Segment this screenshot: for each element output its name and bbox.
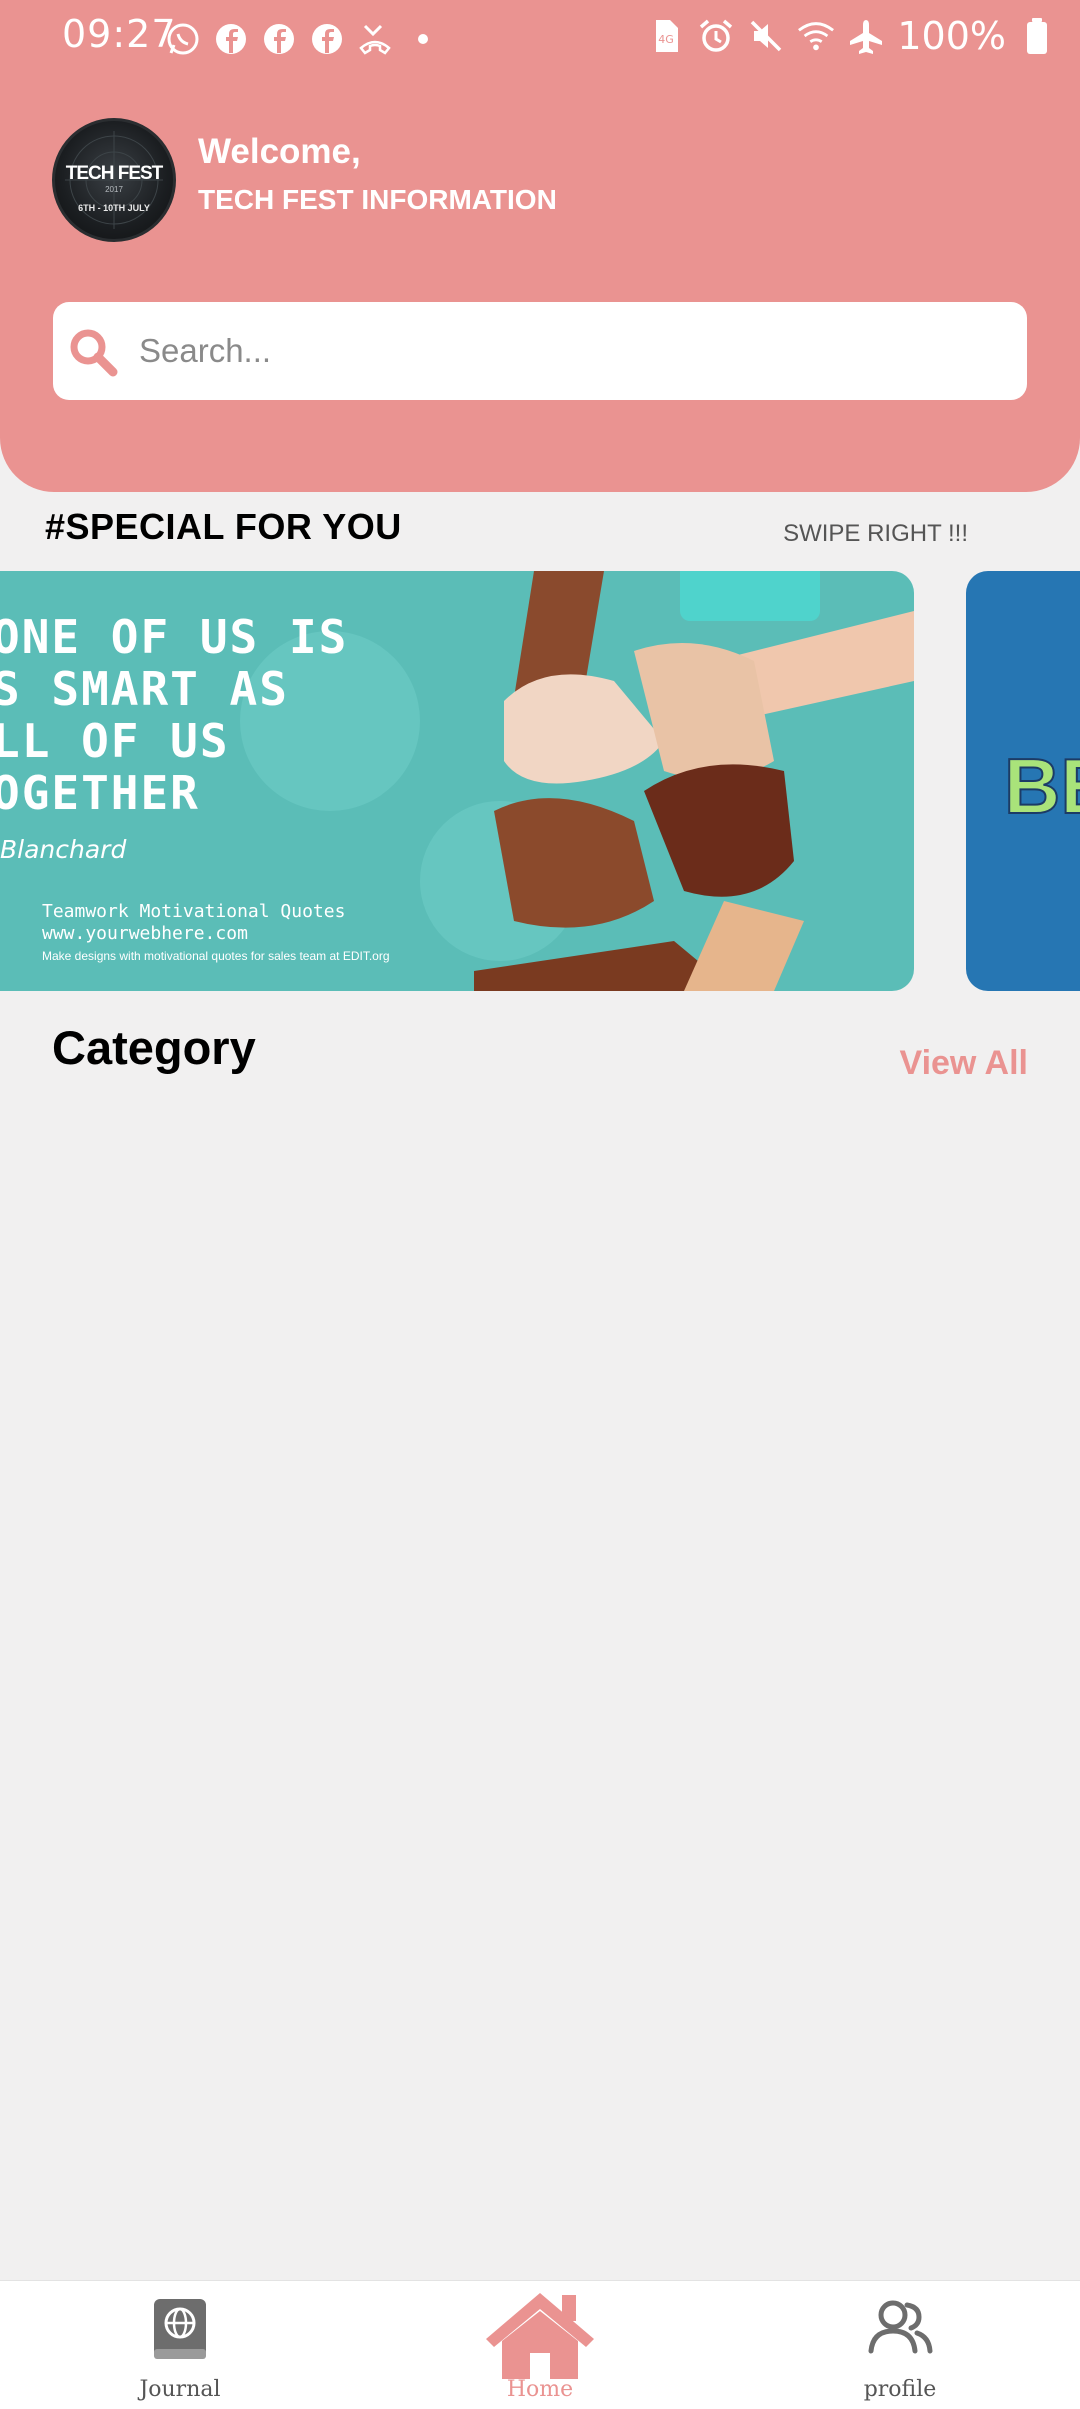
category-title: Category [52, 1021, 256, 1074]
special-banner-next[interactable]: BE [966, 571, 1080, 991]
hands-image [474, 571, 914, 991]
search-input[interactable] [139, 302, 999, 400]
quote-line: ONE OF US IS [0, 610, 349, 664]
whatsapp-icon [164, 20, 202, 58]
banner2-text: BE [1003, 741, 1080, 831]
nav-profile-label: profile [863, 2377, 937, 2402]
profile-icon [867, 2299, 933, 2359]
battery-icon [1018, 17, 1056, 55]
avatar-title: TECH FEST [65, 163, 164, 184]
wifi-icon [797, 17, 835, 55]
banner-author: Blanchard [0, 835, 127, 864]
avatar-dates: 6TH - 10TH JULY [78, 203, 150, 213]
status-time: 09:27 [62, 12, 177, 56]
quote-line: LL OF US [0, 714, 230, 768]
welcome-text: Welcome, [198, 132, 361, 171]
svg-text:4G: 4G [659, 33, 675, 46]
nav-journal[interactable]: Journal [80, 2281, 280, 2409]
caption-line: www.yourwebhere.com [42, 923, 248, 944]
journal-icon [150, 2297, 210, 2367]
facebook-icon [260, 20, 298, 58]
app-subtitle: TECH FEST INFORMATION [198, 184, 557, 215]
nav-home[interactable]: Home [440, 2281, 640, 2409]
special-section-title: #SPECIAL FOR YOU [45, 506, 402, 547]
quote-line: OGETHER [0, 766, 200, 820]
dot-icon [404, 20, 442, 58]
mute-icon [747, 17, 785, 55]
avatar[interactable]: TECH FEST 2017 6TH - 10TH JULY [52, 118, 176, 242]
view-all-link[interactable]: View All [900, 1044, 1029, 1083]
search-bar[interactable] [53, 302, 1027, 400]
notification-icons [164, 20, 442, 58]
avatar-year: 2017 [105, 185, 123, 194]
alarm-icon [697, 17, 735, 55]
status-bar: 09:27 4G 100% [0, 0, 1080, 76]
special-banner[interactable]: ONE OF US IS S SMART AS LL OF US OGETHER… [0, 571, 914, 991]
nav-home-label: Home [506, 2377, 574, 2402]
banner-caption: Teamwork Motivational Quotes www.yourweb… [42, 901, 345, 945]
battery-percent: 100% [897, 14, 1006, 58]
header: 09:27 4G 100% TECH FEST 2017 6TH - 10TH … [0, 0, 1080, 492]
bottom-nav: Journal Home profile [0, 2280, 1080, 2409]
nav-journal-label: Journal [139, 2377, 221, 2402]
missed-call-icon [356, 20, 394, 58]
nav-profile[interactable]: profile [800, 2281, 1000, 2409]
airplane-icon [847, 17, 885, 55]
search-icon [67, 326, 119, 378]
facebook-icon [212, 20, 250, 58]
home-icon [482, 2289, 598, 2383]
caption-line: Teamwork Motivational Quotes [42, 901, 346, 922]
banner-quote: ONE OF US IS S SMART AS LL OF US OGETHER [0, 611, 348, 819]
sim-icon: 4G [647, 17, 685, 55]
facebook-icon [308, 20, 346, 58]
system-icons: 4G 100% [647, 14, 1056, 58]
banner-fineprint: Make designs with motivational quotes fo… [42, 949, 390, 963]
swipe-hint: SWIPE RIGHT !!! [783, 520, 968, 547]
quote-line: S SMART AS [0, 662, 289, 716]
